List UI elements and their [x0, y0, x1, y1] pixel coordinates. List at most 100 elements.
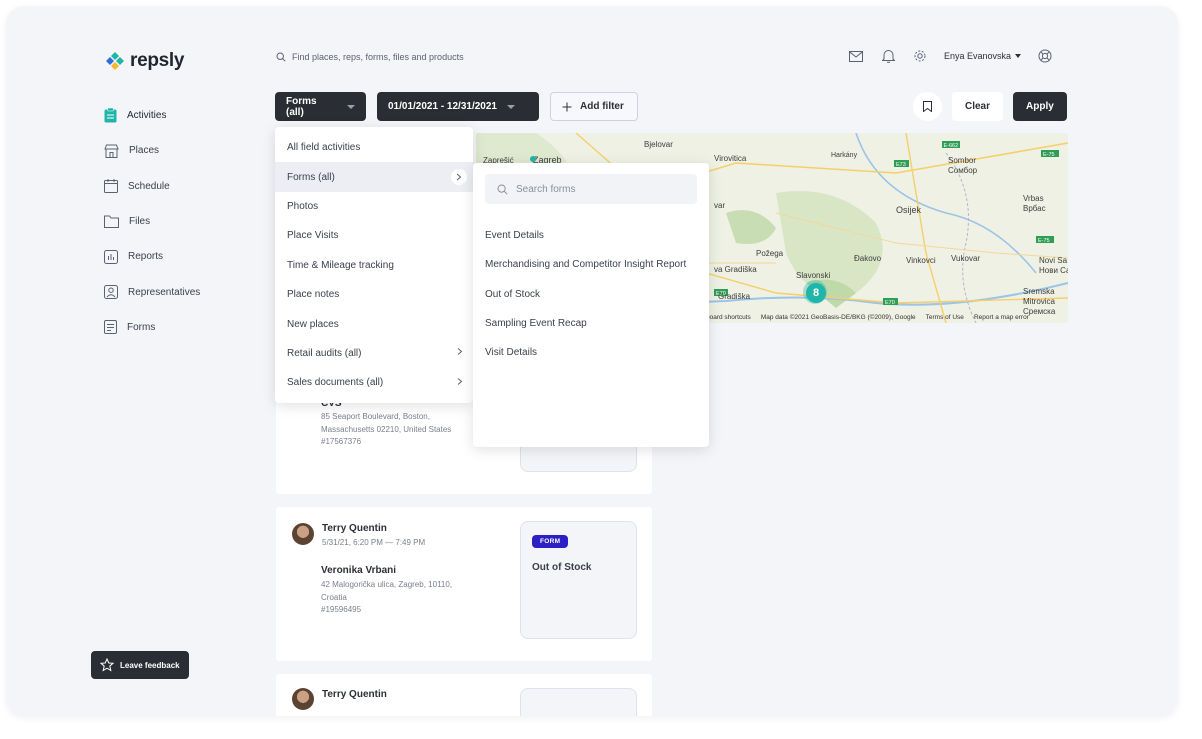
- dropdown-item-label: Time & Mileage tracking: [287, 259, 394, 271]
- dropdown-item-label: Place notes: [287, 289, 340, 301]
- avatar: [292, 523, 314, 545]
- svg-text:Novi Sa: Novi Sa: [1039, 256, 1068, 265]
- keyboard-shortcuts-link[interactable]: board shortcuts: [706, 314, 751, 321]
- map-footer: board shortcuts Map data ©2021 GeoBasis-…: [706, 314, 1029, 321]
- form-option[interactable]: Event Details: [485, 230, 544, 241]
- activity-form-box[interactable]: [520, 688, 637, 716]
- chevron-right-icon: [451, 169, 467, 186]
- form-title: Out of Stock: [532, 562, 592, 573]
- search-icon: [276, 52, 286, 62]
- dropdown-item-place-notes[interactable]: Place notes: [275, 280, 473, 309]
- svg-text:Mitrovica: Mitrovica: [1023, 297, 1056, 306]
- form-icon: [104, 320, 117, 335]
- avatar: [292, 688, 314, 710]
- add-filter-label: Add filter: [580, 101, 624, 112]
- clear-button[interactable]: Clear: [952, 92, 1004, 121]
- global-search[interactable]: Find places, reps, forms, files and prod…: [276, 52, 464, 62]
- forms-submenu: Search forms Event Details Merchandising…: [473, 163, 709, 447]
- sidebar-item-forms[interactable]: Forms: [104, 310, 264, 345]
- dropdown-item-new-places[interactable]: New places: [275, 309, 473, 338]
- dropdown-item-label: Forms (all): [287, 171, 335, 183]
- place-code: #17567376: [321, 437, 362, 446]
- dropdown-item-time-mileage[interactable]: Time & Mileage tracking: [275, 251, 473, 280]
- leave-feedback-button[interactable]: Leave feedback: [91, 651, 189, 679]
- rep-name[interactable]: Terry Quentin: [322, 689, 387, 700]
- apply-button[interactable]: Apply: [1013, 92, 1067, 121]
- form-option[interactable]: Sampling Event Recap: [485, 318, 587, 329]
- bell-icon[interactable]: [880, 48, 896, 64]
- svg-text:E70: E70: [716, 291, 726, 297]
- activity-card[interactable]: Terry Quentin: [276, 674, 652, 716]
- sidebar-item-activities[interactable]: Activities: [104, 98, 264, 133]
- sidebar-item-representatives[interactable]: Representatives: [104, 274, 264, 309]
- sidebar-item-label: Files: [129, 216, 151, 228]
- place-name[interactable]: Veronika Vrbani: [321, 565, 396, 576]
- star-icon: [100, 658, 114, 672]
- sidebar-item-label: Representatives: [128, 286, 201, 298]
- svg-text:Vukovar: Vukovar: [951, 254, 980, 263]
- dropdown-item-label: Place Visits: [287, 230, 339, 242]
- dropdown-item-retail-audits[interactable]: Retail audits (all): [275, 339, 473, 368]
- form-option[interactable]: Merchandising and Competitor Insight Rep…: [485, 259, 686, 270]
- dropdown-item-label: Sales documents (all): [287, 377, 384, 389]
- search-forms-input[interactable]: Search forms: [485, 174, 697, 204]
- svg-text:Požega: Požega: [756, 249, 784, 258]
- svg-text:Slavonski: Slavonski: [796, 271, 830, 280]
- svg-text:Vrbas: Vrbas: [1023, 194, 1044, 203]
- rep-name[interactable]: Terry Quentin: [322, 523, 387, 534]
- place-address: 85 Seaport Boulevard, Boston, Massachuse…: [321, 412, 452, 434]
- form-option[interactable]: Visit Details: [485, 347, 537, 358]
- dropdown-item-label: All field activities: [287, 142, 361, 154]
- repsly-logo[interactable]: repsly: [104, 50, 184, 72]
- form-badge: FORM: [532, 535, 569, 548]
- user-name: Enya Evanovska: [944, 51, 1012, 61]
- dropdown-item-label: Retail audits (all): [287, 347, 362, 359]
- sidebar-item-label: Activities: [127, 110, 167, 122]
- forms-filter-button[interactable]: Forms (all): [275, 92, 366, 121]
- dropdown-item-sales-documents[interactable]: Sales documents (all): [275, 368, 473, 397]
- svg-text:Врбас: Врбас: [1023, 204, 1046, 213]
- chevron-right-icon: [457, 377, 463, 388]
- date-range-button[interactable]: 01/01/2021 - 12/31/2021: [377, 92, 539, 121]
- dropdown-item-place-visits[interactable]: Place Visits: [275, 221, 473, 250]
- form-option[interactable]: Out of Stock: [485, 289, 540, 300]
- cluster-count: 8: [812, 287, 820, 299]
- search-placeholder[interactable]: Find places, reps, forms, files and prod…: [292, 52, 464, 62]
- svg-text:Virovitica: Virovitica: [714, 154, 747, 163]
- user-menu[interactable]: Enya Evanovska: [944, 51, 1022, 61]
- report-error-link[interactable]: Report a map error: [974, 314, 1029, 321]
- sidebar-item-places[interactable]: Places: [104, 133, 264, 168]
- sidebar-item-schedule[interactable]: Schedule: [104, 169, 264, 204]
- clipboard-icon: [104, 108, 117, 123]
- dropdown-item-all-field-activities[interactable]: All field activities: [275, 133, 473, 162]
- bookmark-icon: [923, 101, 932, 112]
- dropdown-item-photos[interactable]: Photos: [275, 192, 473, 221]
- map-cluster-marker[interactable]: 8: [806, 283, 826, 303]
- chevron-right-icon: [457, 348, 463, 359]
- svg-text:Bjelovar: Bjelovar: [644, 140, 673, 149]
- sidebar-item-files[interactable]: Files: [104, 204, 264, 239]
- forms-filter-label: Forms (all): [286, 95, 317, 118]
- sidebar-item-label: Reports: [128, 251, 164, 263]
- dropdown-item-forms[interactable]: Forms (all): [275, 162, 473, 192]
- help-icon[interactable]: [1037, 48, 1053, 64]
- add-filter-button[interactable]: Add filter: [550, 92, 638, 121]
- dropdown-item-label: New places: [287, 318, 339, 330]
- sidebar-item-reports[interactable]: Reports: [104, 239, 264, 274]
- gear-icon[interactable]: [912, 48, 928, 64]
- svg-text:E-75: E-75: [1043, 152, 1055, 158]
- bookmark-button[interactable]: [913, 92, 942, 121]
- activity-card[interactable]: Terry Quentin 5/31/21, 6:20 PM — 7:49 PM…: [276, 507, 652, 661]
- activity-form-box[interactable]: FORM Out of Stock: [520, 521, 637, 639]
- activity-type-dropdown: All field activities Forms (all) Photos …: [275, 127, 473, 403]
- svg-text:Нови Са: Нови Са: [1039, 266, 1068, 275]
- sidebar-nav: Activities Places Schedule Files Reports…: [104, 98, 264, 345]
- top-toolbar: Enya Evanovska: [848, 48, 1053, 64]
- brand-name: repsly: [130, 50, 185, 71]
- mail-icon[interactable]: [848, 48, 864, 64]
- dropdown-item-label: Photos: [287, 200, 319, 212]
- sidebar-item-label: Places: [129, 145, 160, 157]
- terms-link[interactable]: Terms of Use: [926, 314, 964, 321]
- plus-icon: [562, 102, 572, 111]
- sidebar-item-label: Forms: [127, 321, 156, 333]
